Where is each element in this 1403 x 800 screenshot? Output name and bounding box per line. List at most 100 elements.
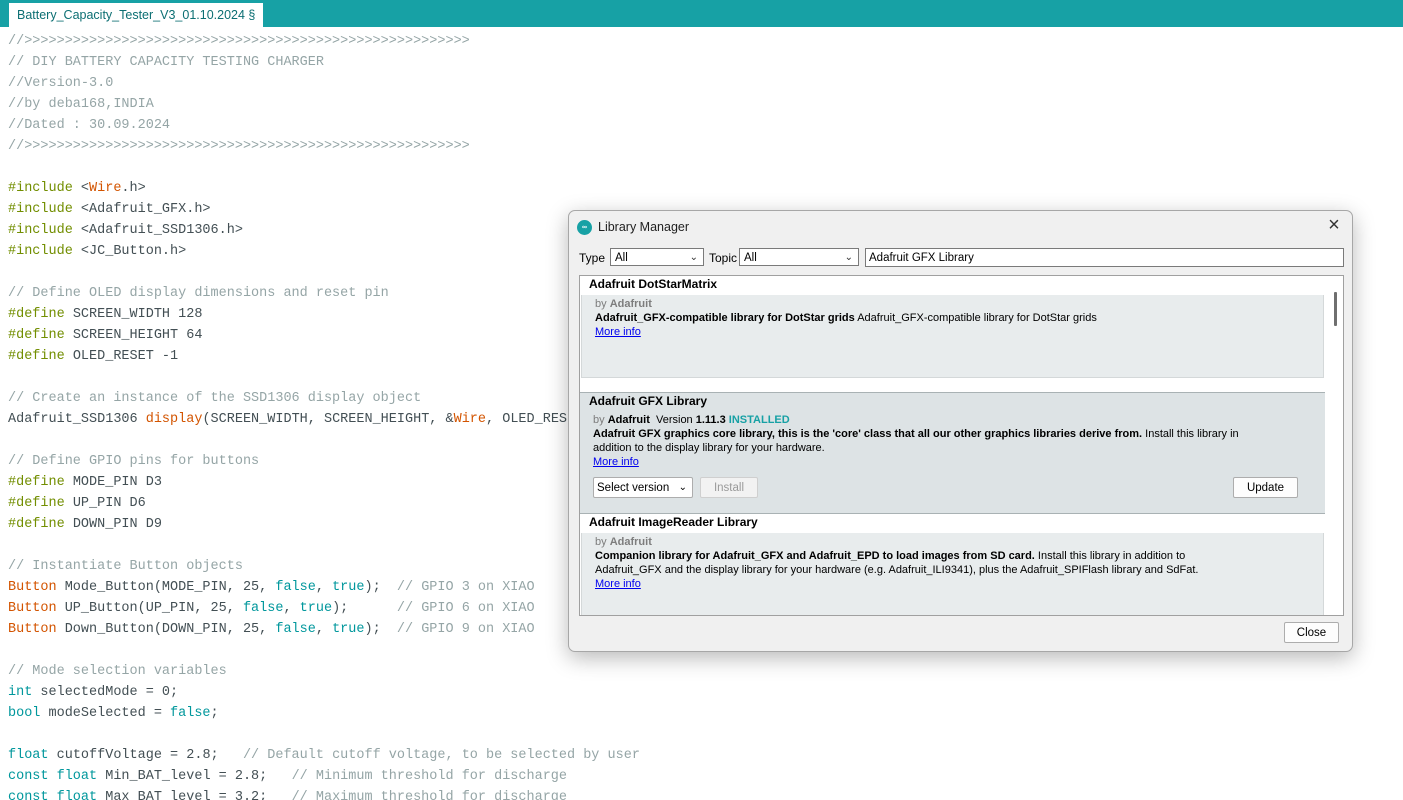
library-description-bold: Adafruit GFX graphics core library, this… — [593, 428, 1143, 440]
code-token: false — [275, 622, 316, 637]
code-token: float — [8, 748, 49, 763]
chevron-down-icon: ⌄ — [689, 252, 698, 263]
code-token: ; — [210, 706, 219, 721]
code-token: MODE_PIN D3 — [64, 475, 162, 490]
type-label: Type — [579, 251, 606, 265]
library-description: Install this library in addition to — [1037, 550, 1186, 562]
code-token: true — [299, 601, 333, 616]
code-token: //>>>>>>>>>>>>>>>>>>>>>>>>>>>>>>>>>>>>>>… — [8, 34, 470, 49]
library-description: Adafruit_GFX-compatible library for DotS… — [857, 312, 1097, 324]
arduino-logo-icon: ∞ — [577, 219, 592, 235]
code-token: < — [72, 181, 90, 196]
code-line: //Version-3.0 — [8, 73, 1403, 94]
code-token: cutoffVoltage = 2.8; — [48, 748, 243, 763]
code-token: // Mode selection variables — [8, 664, 227, 679]
code-token: DOWN_PIN D9 — [64, 517, 162, 532]
code-token: Max_BAT_level = 3.2; — [97, 790, 292, 800]
topic-select-value: All — [744, 252, 757, 264]
library-description: Install this library in — [1145, 428, 1239, 440]
code-token: // Instantiate Button objects — [8, 559, 243, 574]
library-author: Adafruit — [609, 536, 652, 548]
code-token: false — [170, 706, 211, 721]
library-details: by Adafruit Companion library for Adafru… — [581, 533, 1324, 615]
code-token: #include — [8, 181, 73, 196]
code-token: false — [242, 601, 284, 616]
code-token: modeSelected = — [40, 706, 171, 721]
library-name: Adafruit GFX Library — [589, 394, 708, 408]
code-token: UP_PIN D6 — [64, 496, 146, 511]
code-token: #define — [8, 349, 65, 364]
list-item[interactable]: Adafruit ImageReader Library by Adafruit… — [580, 514, 1325, 615]
by-label: by — [593, 414, 605, 426]
code-token: // Create an instance of the SSD1306 dis… — [8, 391, 422, 406]
update-button[interactable]: Update — [1233, 477, 1298, 498]
close-button[interactable]: Close — [1284, 622, 1339, 643]
select-version-label: Select version — [597, 482, 670, 494]
list-item[interactable]: Adafruit DotStarMatrix by Adafruit Adafr… — [580, 276, 1325, 382]
code-line: bool modeSelected = false; — [8, 703, 1403, 724]
dialog-title: Library Manager — [598, 220, 690, 234]
by-label: by — [595, 536, 607, 548]
by-label: by — [595, 298, 607, 310]
code-token: //>>>>>>>>>>>>>>>>>>>>>>>>>>>>>>>>>>>>>>… — [8, 139, 470, 154]
code-token: Adafruit_SSD1306 — [8, 412, 146, 427]
code-token: , — [315, 622, 333, 637]
select-version-dropdown[interactable]: Select version ⌄ — [593, 477, 693, 498]
library-list[interactable]: Adafruit DotStarMatrix by Adafruit Adafr… — [579, 275, 1344, 616]
code-token: , — [283, 601, 300, 616]
code-token: <Adafruit_SSD1306.h> — [72, 223, 243, 238]
type-select[interactable]: All ⌄ — [610, 248, 704, 266]
more-info-link[interactable]: More info — [595, 578, 641, 590]
library-name: Adafruit DotStarMatrix — [589, 277, 718, 291]
code-token: #define — [8, 475, 65, 490]
code-token: Min_BAT_level = 2.8; — [97, 769, 292, 784]
code-token: Button — [8, 580, 57, 595]
type-select-value: All — [615, 252, 628, 264]
library-author: Adafruit — [609, 298, 652, 310]
code-token: // Define OLED display dimensions and re… — [8, 286, 389, 301]
code-token: display — [145, 412, 203, 427]
code-token: //by deba168,INDIA — [8, 97, 154, 112]
code-line: #include <Wire.h> — [8, 178, 1403, 199]
code-token: , — [315, 580, 333, 595]
sketch-tab[interactable]: Battery_Capacity_Tester_V3_01.10.2024 § — [9, 3, 264, 27]
code-token: // Maximum threshold for discharge — [291, 790, 568, 800]
code-token: #include — [8, 244, 73, 259]
code-token: Wire — [453, 412, 487, 427]
code-token: #define — [8, 496, 65, 511]
code-token: UP_Button(UP_PIN, 25, — [56, 601, 243, 616]
search-input[interactable]: Adafruit GFX Library — [865, 248, 1344, 267]
code-token: // Default cutoff voltage, to be selecte… — [242, 748, 640, 763]
code-line: //by deba168,INDIA — [8, 94, 1403, 115]
code-token: // Minimum threshold for discharge — [291, 769, 568, 784]
code-line: //Dated : 30.09.2024 — [8, 115, 1403, 136]
code-token: //Version-3.0 — [8, 76, 114, 91]
more-info-link[interactable]: More info — [593, 456, 639, 468]
install-button[interactable]: Install — [700, 477, 758, 498]
code-line: //>>>>>>>>>>>>>>>>>>>>>>>>>>>>>>>>>>>>>>… — [8, 31, 1403, 52]
close-icon[interactable]: × — [1325, 215, 1343, 235]
code-token: .h> — [121, 181, 146, 196]
code-token: ); — [332, 601, 397, 616]
code-token: #define — [8, 517, 65, 532]
code-token: Mode_Button(MODE_PIN, 25, — [56, 580, 276, 595]
code-token: #include — [8, 202, 73, 217]
code-token: #define — [8, 328, 65, 343]
library-description-bold: Adafruit_GFX-compatible library for DotS… — [595, 312, 855, 324]
version-label: Version — [655, 414, 693, 426]
list-item-selected[interactable]: Adafruit GFX Library by Adafruit Version… — [580, 393, 1325, 513]
code-token: false — [275, 580, 316, 595]
more-info-link[interactable]: More info — [595, 326, 641, 338]
topic-select[interactable]: All ⌄ — [739, 248, 859, 266]
library-description-bold: Companion library for Adafruit_GFX and A… — [595, 550, 1035, 562]
filter-bar: Type All ⌄ Topic All ⌄ Adafruit GFX Libr… — [579, 248, 1344, 268]
code-token: selectedMode = 0; — [32, 685, 179, 700]
code-line: int selectedMode = 0; — [8, 682, 1403, 703]
code-token: const float — [8, 769, 98, 784]
code-token: // DIY BATTERY CAPACITY TESTING CHARGER — [8, 55, 324, 70]
list-scrollbar-thumb[interactable] — [1334, 292, 1337, 326]
code-token: Wire — [89, 181, 122, 196]
code-token: // Define GPIO pins for buttons — [8, 454, 260, 469]
code-token: #define — [8, 307, 65, 322]
